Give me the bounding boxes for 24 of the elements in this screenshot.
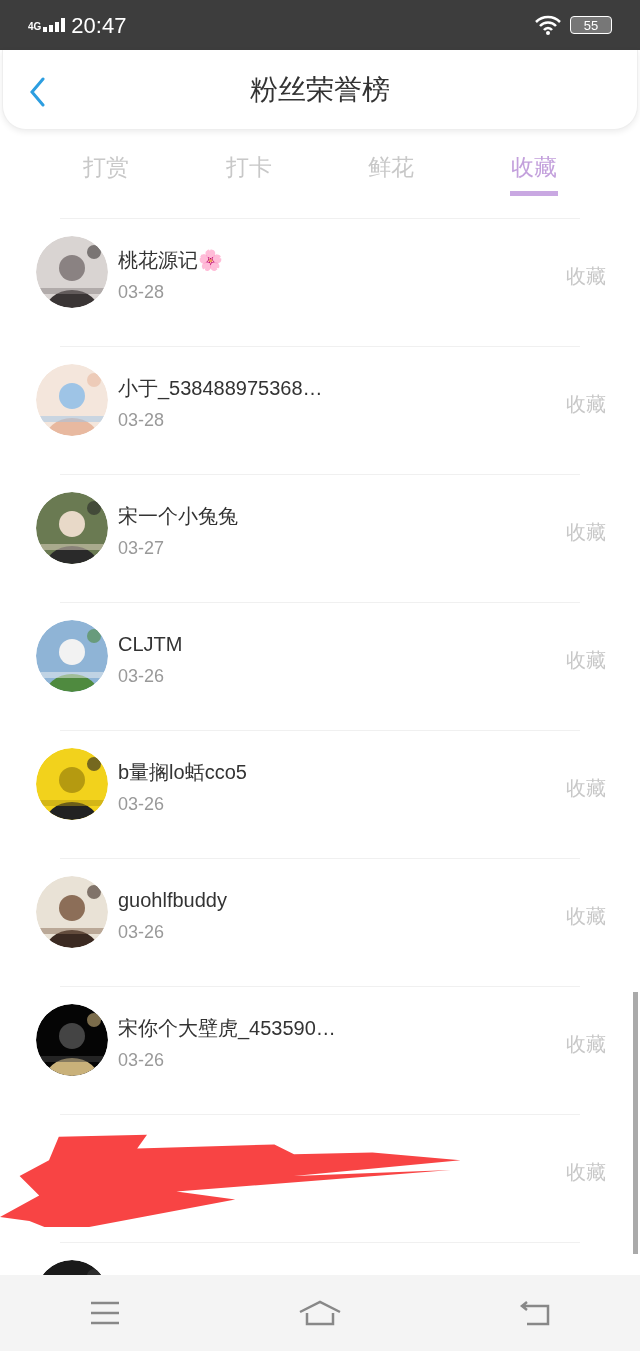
menu-button[interactable] <box>88 1300 121 1326</box>
date: 03-26 <box>118 1049 166 1072</box>
signal-icon <box>43 18 68 32</box>
fan-name: guohlfbuddy <box>118 888 227 913</box>
fan-name: 小于_538488975368… <box>118 376 323 402</box>
fan-name: CLJTM <box>118 632 183 657</box>
network-type: 4G <box>28 22 42 32</box>
fan-name: b量搁lo蛞cco5 <box>118 760 247 785</box>
battery-indicator: 55 <box>570 16 612 34</box>
date: 03-26 <box>118 665 166 688</box>
date: 03-27 <box>118 537 166 560</box>
date: 03-28 <box>118 409 166 432</box>
date: 03-26 <box>118 793 166 816</box>
back-nav-button[interactable] <box>519 1300 552 1326</box>
tab[interactable]: 收藏 <box>462 138 605 218</box>
clock: 20:47 <box>71 11 127 40</box>
fan-name: 桃花源记🌸 <box>118 248 223 273</box>
page-title: 粉丝荣誉榜 <box>250 72 390 107</box>
fan-name: 宋一个小兔兔 <box>118 504 238 529</box>
date: 03-28 <box>118 281 166 304</box>
fan-name: 宋你个大壁虎_453590… <box>118 1016 336 1042</box>
home-button[interactable] <box>298 1300 342 1326</box>
wifi-icon <box>534 15 562 35</box>
date: 03-26 <box>118 921 166 944</box>
